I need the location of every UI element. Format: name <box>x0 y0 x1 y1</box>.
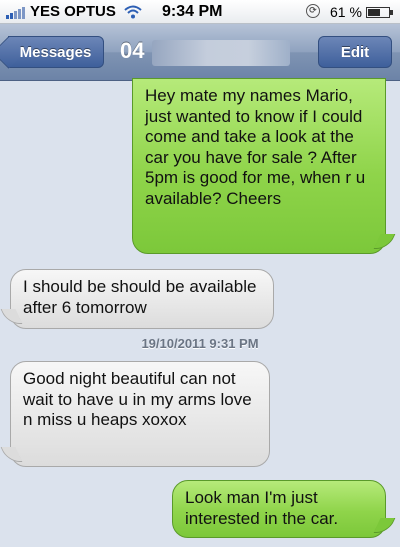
battery-icon <box>366 7 393 18</box>
navigation-bar: Messages 04 Edit <box>0 24 400 81</box>
message-timestamp: 19/10/2011 9:31 PM <box>141 336 259 351</box>
conversation-title: 04 <box>120 38 145 63</box>
message-bubble-received[interactable]: I should be should be available after 6 … <box>10 269 274 329</box>
carrier-name: YES OPTUS <box>30 3 116 20</box>
message-text: Good night beautiful can not wait to hav… <box>23 369 252 429</box>
edit-button[interactable]: Edit <box>318 36 392 68</box>
signal-bars-icon <box>6 5 25 19</box>
message-text: Hey mate my names Mario, just wanted to … <box>145 86 366 208</box>
message-text: I should be should be available after 6 … <box>23 277 257 317</box>
edit-button-label: Edit <box>340 43 370 61</box>
wifi-icon <box>124 5 142 18</box>
status-bar: YES OPTUS 9:34 PM ⟳ 61 % <box>0 0 400 24</box>
back-button-label: Messages <box>19 43 92 61</box>
messages-back-button[interactable]: Messages <box>8 36 104 68</box>
message-text: Look man I'm just interested in the car. <box>185 488 339 528</box>
message-bubble-received[interactable]: Good night beautiful can not wait to hav… <box>10 361 270 467</box>
message-bubble-sent[interactable]: Hey mate my names Mario, just wanted to … <box>132 78 386 254</box>
redacted-contact-number <box>152 40 290 66</box>
status-time: 9:34 PM <box>162 3 223 20</box>
message-bubble-sent[interactable]: Look man I'm just interested in the car. <box>172 480 386 538</box>
battery-percent: 61 % <box>330 4 362 20</box>
rotation-lock-icon: ⟳ <box>306 4 320 18</box>
